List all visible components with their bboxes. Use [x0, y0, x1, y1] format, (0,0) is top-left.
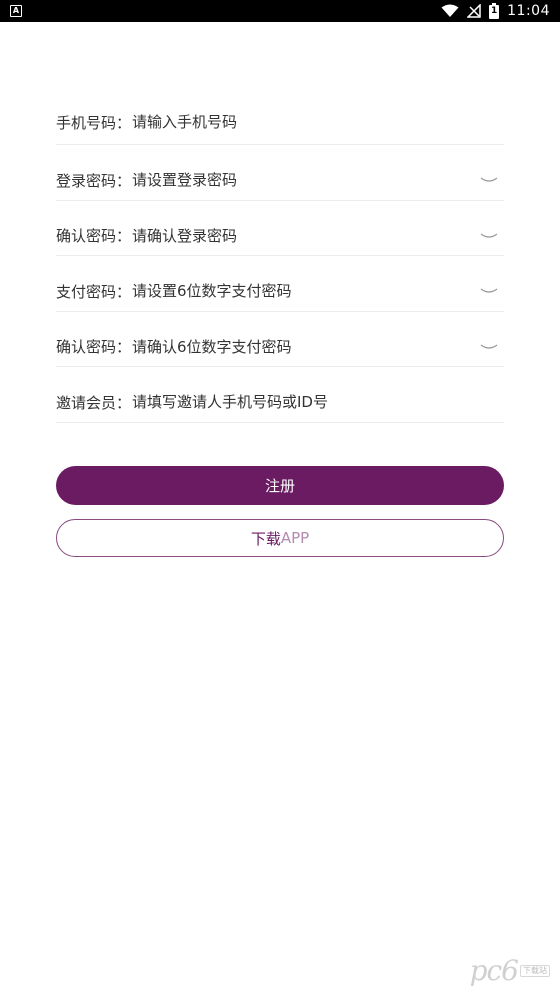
battery-level: 1: [491, 6, 498, 16]
phone-input[interactable]: [132, 110, 504, 134]
login-password-input[interactable]: [132, 168, 478, 193]
download-app-suffix: APP: [280, 529, 310, 547]
register-button[interactable]: 注册: [56, 466, 504, 505]
eye-closed-icon[interactable]: [478, 340, 500, 354]
register-form: 手机号码： 登录密码： 确认密码： 支付密码： 确认密码： 邀请会员：: [56, 100, 504, 423]
app-notification-icon: A: [10, 5, 22, 17]
download-app-button[interactable]: 下载 APP: [56, 519, 504, 557]
login-password-row: 登录密码：: [56, 145, 504, 201]
eye-closed-icon[interactable]: [478, 229, 500, 243]
pay-password-label: 支付密码：: [56, 282, 132, 301]
pay-password-row: 支付密码：: [56, 256, 504, 312]
battery-icon: 1: [489, 3, 500, 19]
confirm-login-password-label: 确认密码：: [56, 227, 132, 246]
wifi-icon: [441, 4, 459, 18]
status-right: 1 11:04: [441, 3, 550, 19]
watermark-logo: pc6: [469, 954, 519, 987]
watermark-site: 下载站: [520, 964, 550, 977]
phone-label: 手机号码：: [56, 113, 132, 132]
invite-label: 邀请会员：: [56, 393, 132, 412]
watermark: pc6 下载站: [470, 954, 550, 987]
clock: 11:04: [507, 3, 550, 19]
confirm-login-password-row: 确认密码：: [56, 201, 504, 256]
confirm-pay-password-label: 确认密码：: [56, 338, 132, 357]
status-bar: A 1 11:04: [0, 0, 560, 22]
signal-off-icon: [467, 4, 481, 18]
invite-input[interactable]: [132, 390, 504, 415]
status-left: A: [10, 5, 22, 17]
phone-row: 手机号码：: [56, 100, 504, 145]
invite-row: 邀请会员：: [56, 367, 504, 423]
eye-closed-icon[interactable]: [478, 173, 500, 187]
login-password-label: 登录密码：: [56, 171, 132, 190]
confirm-pay-password-input[interactable]: [132, 334, 478, 359]
confirm-login-password-input[interactable]: [132, 223, 478, 248]
confirm-pay-password-row: 确认密码：: [56, 312, 504, 367]
download-app-prefix: 下载: [250, 529, 281, 548]
pay-password-input[interactable]: [132, 279, 478, 304]
eye-closed-icon[interactable]: [478, 284, 500, 298]
